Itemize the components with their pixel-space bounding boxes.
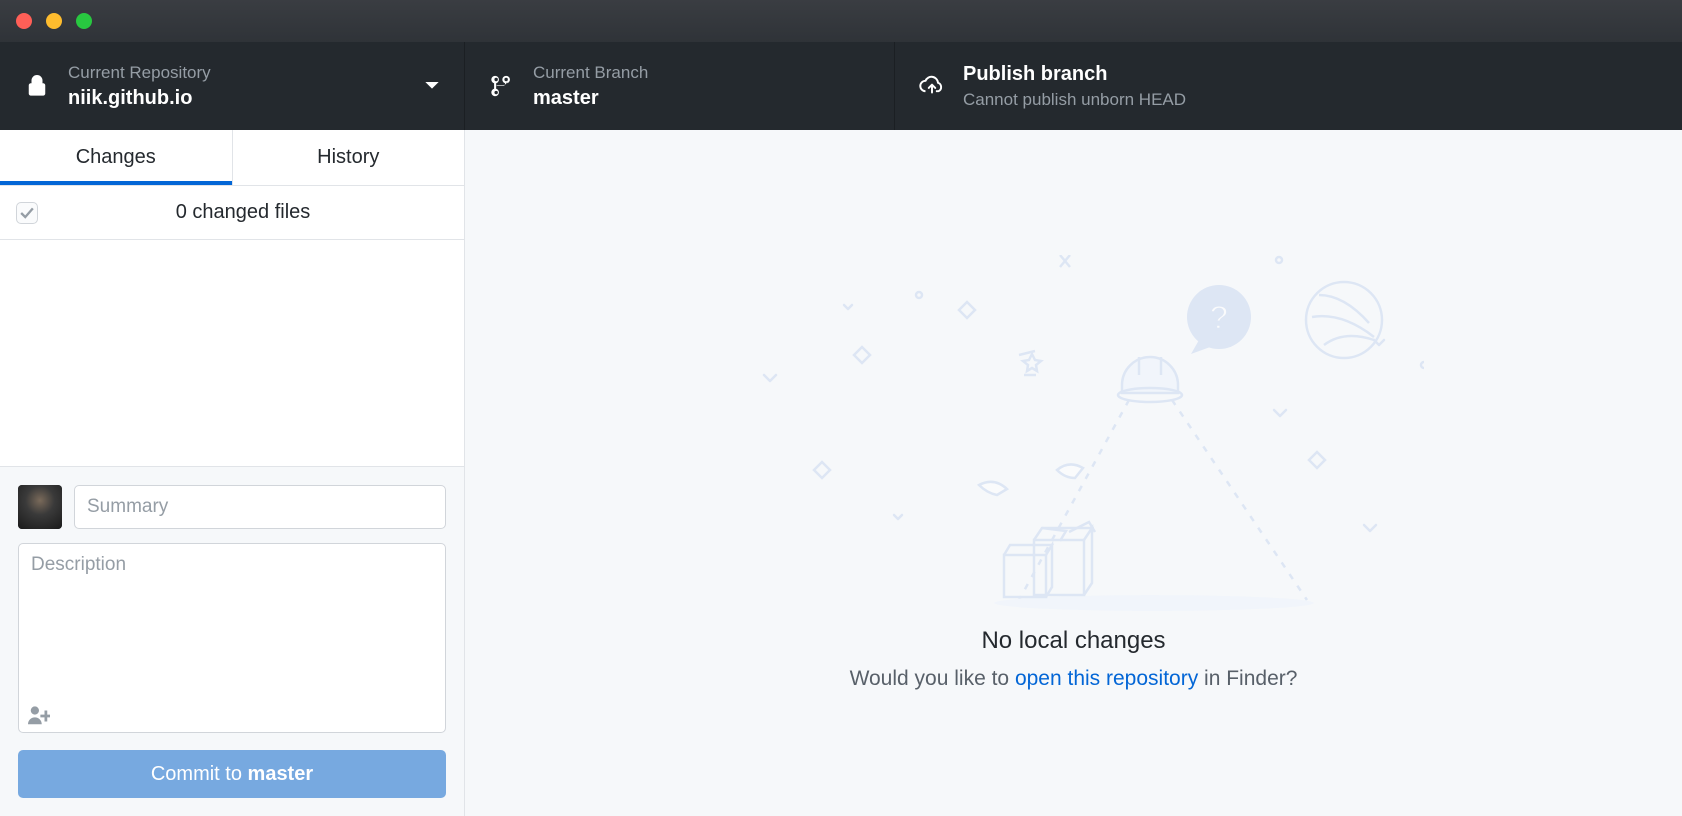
sidebar: Changes History 0 changed files Commit t… <box>0 130 465 816</box>
changed-files-count: 0 changed files <box>38 201 448 224</box>
publish-label: Publish branch <box>963 63 1658 86</box>
window-minimize-button[interactable] <box>46 13 62 29</box>
add-coauthor-icon[interactable] <box>28 706 50 726</box>
cloud-upload-icon <box>919 73 945 99</box>
tab-history[interactable]: History <box>233 130 465 185</box>
select-all-checkbox[interactable] <box>16 202 38 224</box>
sidebar-tabs: Changes History <box>0 130 464 186</box>
changes-list <box>0 240 464 466</box>
chevron-down-icon <box>424 80 440 92</box>
empty-sub-suffix: in Finder? <box>1198 667 1297 690</box>
commit-form: Commit to master <box>0 466 464 816</box>
window-close-button[interactable] <box>16 13 32 29</box>
branch-label: Current Branch <box>533 63 870 83</box>
branch-name: master <box>533 87 870 110</box>
repository-label: Current Repository <box>68 63 406 83</box>
open-repository-link[interactable]: open this repository <box>1015 667 1198 690</box>
publish-sublabel: Cannot publish unborn HEAD <box>963 90 1658 110</box>
branch-dropdown[interactable]: Current Branch master <box>465 42 895 130</box>
svg-text:?: ? <box>1208 299 1229 337</box>
repository-name: niik.github.io <box>68 87 406 110</box>
empty-sub-prefix: Would you like to <box>850 667 1015 690</box>
empty-state-title: No local changes <box>981 627 1165 655</box>
commit-description-input[interactable] <box>18 543 446 733</box>
commit-button-prefix: Commit to <box>151 763 248 785</box>
tab-changes[interactable]: Changes <box>0 130 233 185</box>
lock-icon <box>24 73 50 99</box>
commit-button[interactable]: Commit to master <box>18 750 446 798</box>
window-titlebar <box>0 0 1682 42</box>
repository-dropdown[interactable]: Current Repository niik.github.io <box>0 42 465 130</box>
window-maximize-button[interactable] <box>76 13 92 29</box>
commit-button-branch: master <box>248 763 314 785</box>
publish-branch-button[interactable]: Publish branch Cannot publish unborn HEA… <box>895 42 1682 130</box>
main-panel: ? <box>465 130 1682 816</box>
empty-state-subtitle: Would you like to open this repository i… <box>850 667 1298 691</box>
toolbar: Current Repository niik.github.io Curren… <box>0 42 1682 130</box>
commit-summary-input[interactable] <box>74 485 446 529</box>
avatar <box>18 485 62 529</box>
empty-state-illustration: ? <box>724 255 1424 615</box>
git-branch-icon <box>489 73 515 99</box>
changes-header: 0 changed files <box>0 186 464 240</box>
